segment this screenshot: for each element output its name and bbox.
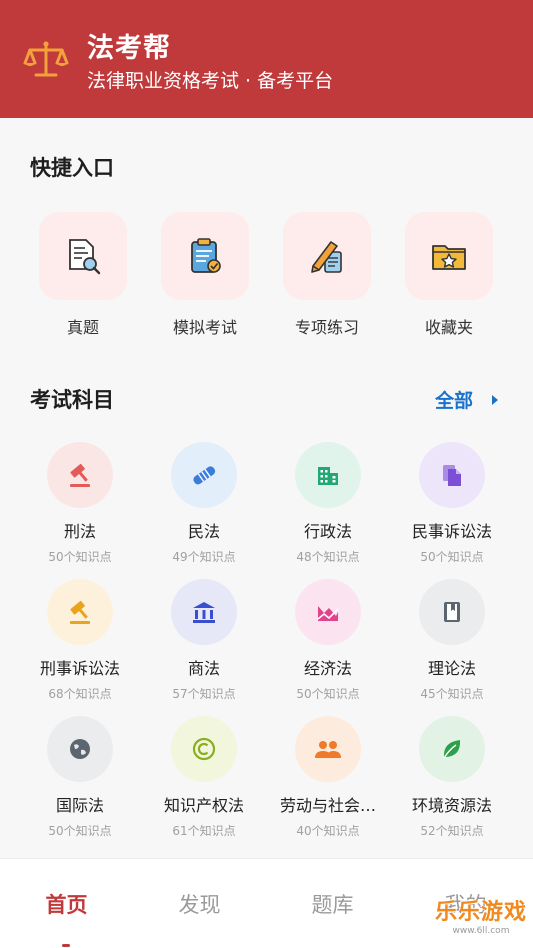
- leaf-icon: [443, 740, 461, 759]
- star-folder-icon: [432, 245, 466, 270]
- app-subtitle: 法律职业资格考试 · 备考平台: [87, 70, 334, 92]
- subject-criminal-procedure-law[interactable]: 刑事诉讼法 68个知识点: [18, 579, 142, 702]
- subject-name: 行政法: [303, 522, 352, 541]
- subject-criminal-law[interactable]: 刑法 50个知识点: [18, 442, 142, 565]
- subject-count: 50个知识点: [296, 687, 360, 701]
- watermark-url: www.6ll.com: [452, 926, 510, 936]
- subject-commercial-law[interactable]: 商法 57个知识点: [142, 579, 266, 702]
- subject-legal-theory[interactable]: 理论法 45个知识点: [390, 579, 514, 702]
- subject-environmental-law[interactable]: 环境资源法 52个知识点: [390, 716, 514, 839]
- app-header: 法考帮 法律职业资格考试 · 备考平台: [0, 0, 533, 118]
- subject-name: 理论法: [427, 659, 476, 678]
- view-all-link[interactable]: 全部: [435, 386, 499, 413]
- subject-count: 50个知识点: [48, 824, 112, 838]
- gavel-icon: [70, 463, 90, 487]
- subject-labor-social-law[interactable]: 劳动与社会… 40个知识点: [266, 716, 390, 839]
- tab-home[interactable]: 首页: [0, 889, 133, 919]
- chevron-right-icon: [492, 394, 498, 405]
- globe-icon: [70, 739, 90, 759]
- building-icon: [318, 467, 338, 485]
- quick-item-label: 真题: [66, 318, 99, 337]
- subject-count: 50个知识点: [48, 550, 112, 564]
- subject-count: 45个知识点: [420, 687, 484, 701]
- active-tab-indicator: [62, 944, 70, 947]
- subject-count: 48个知识点: [296, 550, 360, 564]
- subject-intellectual-property-law[interactable]: 知识产权法 61个知识点: [142, 716, 266, 839]
- subject-count: 49个知识点: [172, 550, 236, 564]
- copyright-icon: [192, 737, 216, 761]
- quick-item-label: 模拟考试: [172, 318, 237, 337]
- subject-economic-law[interactable]: 经济法 50个知识点: [266, 579, 390, 702]
- quick-item-special-practice[interactable]: 专项练习: [282, 212, 372, 338]
- quick-item-label: 专项练习: [294, 318, 359, 337]
- bank-icon: [193, 602, 215, 623]
- view-all-label: 全部: [434, 390, 473, 412]
- pencil-notes-icon: [311, 241, 342, 273]
- subject-name: 商法: [187, 659, 220, 678]
- subject-name: 劳动与社会…: [279, 796, 376, 815]
- subject-name: 经济法: [303, 659, 352, 678]
- watermark: 乐乐游戏 www.6ll.com: [429, 894, 533, 948]
- subject-civil-procedure-law[interactable]: 民事诉讼法 50个知识点: [390, 442, 514, 565]
- gavel-icon: [70, 600, 90, 624]
- subject-name: 民事诉讼法: [411, 522, 492, 541]
- subject-count: 40个知识点: [296, 824, 360, 838]
- subject-count: 68个知识点: [48, 687, 112, 701]
- people-icon: [315, 741, 341, 758]
- subject-name: 国际法: [55, 796, 104, 815]
- subject-name: 刑法: [63, 522, 96, 541]
- subject-international-law[interactable]: 国际法 50个知识点: [18, 716, 142, 839]
- quick-item-favorites[interactable]: 收藏夹: [404, 212, 494, 338]
- subject-civil-law[interactable]: 民法 49个知识点: [142, 442, 266, 565]
- subject-count: 57个知识点: [172, 687, 236, 701]
- quick-item-mock-exam[interactable]: 模拟考试: [160, 212, 250, 338]
- subject-name: 民法: [187, 522, 220, 541]
- subject-name: 知识产权法: [163, 796, 244, 815]
- quick-entry-title: 快捷入口: [30, 156, 114, 180]
- document-search-icon: [69, 239, 101, 275]
- tab-question-bank[interactable]: 题库: [266, 889, 399, 919]
- subject-administrative-law[interactable]: 行政法 48个知识点: [266, 442, 390, 565]
- scales-icon: [23, 41, 69, 77]
- clipboard-check-icon: [191, 238, 221, 273]
- chart-icon: [317, 606, 339, 621]
- subject-count: 52个知识点: [420, 824, 484, 838]
- documents-icon: [443, 465, 461, 486]
- tab-discover[interactable]: 发现: [133, 889, 266, 919]
- subject-name: 环境资源法: [411, 796, 492, 815]
- subjects-title: 考试科目: [30, 388, 114, 412]
- subject-name: 刑事诉讼法: [39, 659, 120, 678]
- app-title: 法考帮: [87, 33, 171, 64]
- book-icon: [444, 602, 460, 622]
- watermark-text: 乐乐游戏: [434, 900, 527, 925]
- quick-item-label: 收藏夹: [424, 318, 473, 337]
- subject-count: 50个知识点: [420, 550, 484, 564]
- handshake-icon: [193, 466, 216, 485]
- quick-item-past-papers[interactable]: 真题: [38, 212, 128, 338]
- subject-count: 61个知识点: [172, 824, 236, 838]
